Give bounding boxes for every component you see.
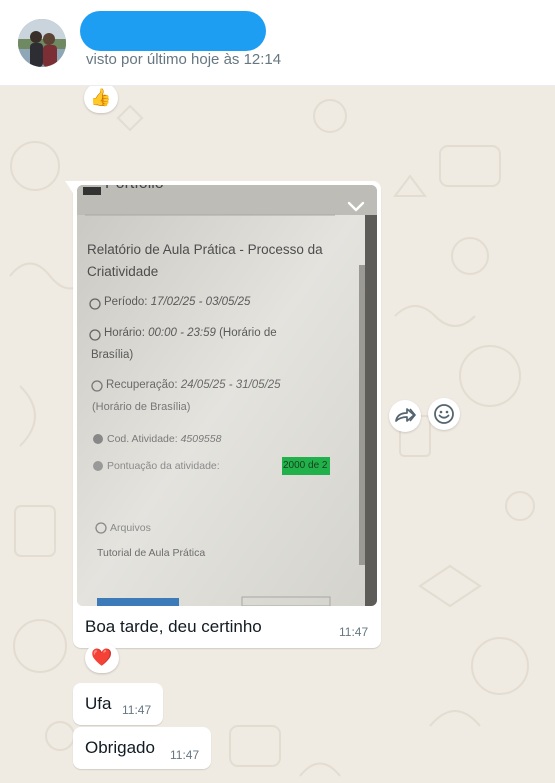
message-text: Boa tarde, deu certinho [85,617,262,636]
photo-title-line2: Criatividade [87,264,159,279]
reaction-thumbs-up[interactable]: 👍 [84,86,118,113]
image-attachment[interactable]: Portfólio Relatório de Aula Prática - Pr… [77,185,377,606]
message-text: Ufa [85,694,112,713]
photo-horario-label: Horário: [104,327,145,339]
photo-periodo-value: 17/02/25 - 03/05/25 [150,296,251,308]
message-bubble-ufa[interactable]: Ufa 11:47 [73,683,163,725]
photo-recuperacao-value: 24/05/25 - 31/05/25 [180,379,281,391]
message-text: Obrigado [85,738,155,757]
photo-recuperacao-line2: (Horário de Brasília) [92,401,191,413]
chat-area: 👍 Relatório de Aula Prática - Processo d… [0,86,555,783]
photo-pontuacao-label: Pontuação da atividade: [107,460,220,472]
avatar[interactable] [18,19,66,67]
photo-periodo-label: Período: [104,296,148,308]
photo-tutorial: Tutorial de Aula Prática [97,547,206,559]
photo-pontuacao-value: 2000 de 2 [283,460,328,471]
emoji-icon [434,404,454,424]
contact-name-redaction[interactable] [80,11,266,51]
photo-cod-label: Cod. Atividade: [107,433,178,445]
chevron-down-icon[interactable] [345,195,367,217]
image-message-bubble[interactable]: Portfólio Relatório de Aula Prática - Pr… [65,181,381,648]
forward-button[interactable] [389,400,421,432]
forward-icon [395,408,416,422]
photo-cod: Cod. Atividade: 4509558 [107,433,221,445]
photo-recuperacao-label: Recuperação: [106,379,178,391]
bubble-tail [65,181,73,193]
message-time: 11:47 [339,625,369,639]
photo-title-line1: Relatório de Aula Prática - Processo da [87,242,323,257]
thumbs-up-icon: 👍 [90,88,112,107]
photo-horario-suffix: (Horário de [219,327,277,339]
message-bubble-obrigado[interactable]: Obrigado 11:47 [73,727,211,769]
photo-horario-line2: Brasília) [91,349,134,361]
photo-horario: Horário: 00:00 - 23:59 (Horário de [104,327,277,339]
photo-periodo: Período: 17/02/25 - 03/05/25 [104,296,250,308]
photo-header-fragment: Portfólio [105,185,164,193]
photo-recuperacao: Recuperação: 24/05/25 - 31/05/25 [106,379,281,391]
message-time: 11:47 [122,703,152,717]
photo-horario-value: 00:00 - 23:59 [148,327,216,339]
emoji-reaction-button[interactable] [428,398,460,430]
photo-cod-value: 4509558 [180,433,222,445]
last-seen-status: visto por último hoje às 12:14 [86,51,282,68]
heart-icon: ❤️ [91,648,113,667]
message-time: 11:47 [170,748,200,762]
chat-header: visto por último hoje às 12:14 [0,0,555,86]
reaction-heart[interactable]: ❤️ [85,643,119,673]
photo-arquivos: Arquivos [110,522,151,534]
